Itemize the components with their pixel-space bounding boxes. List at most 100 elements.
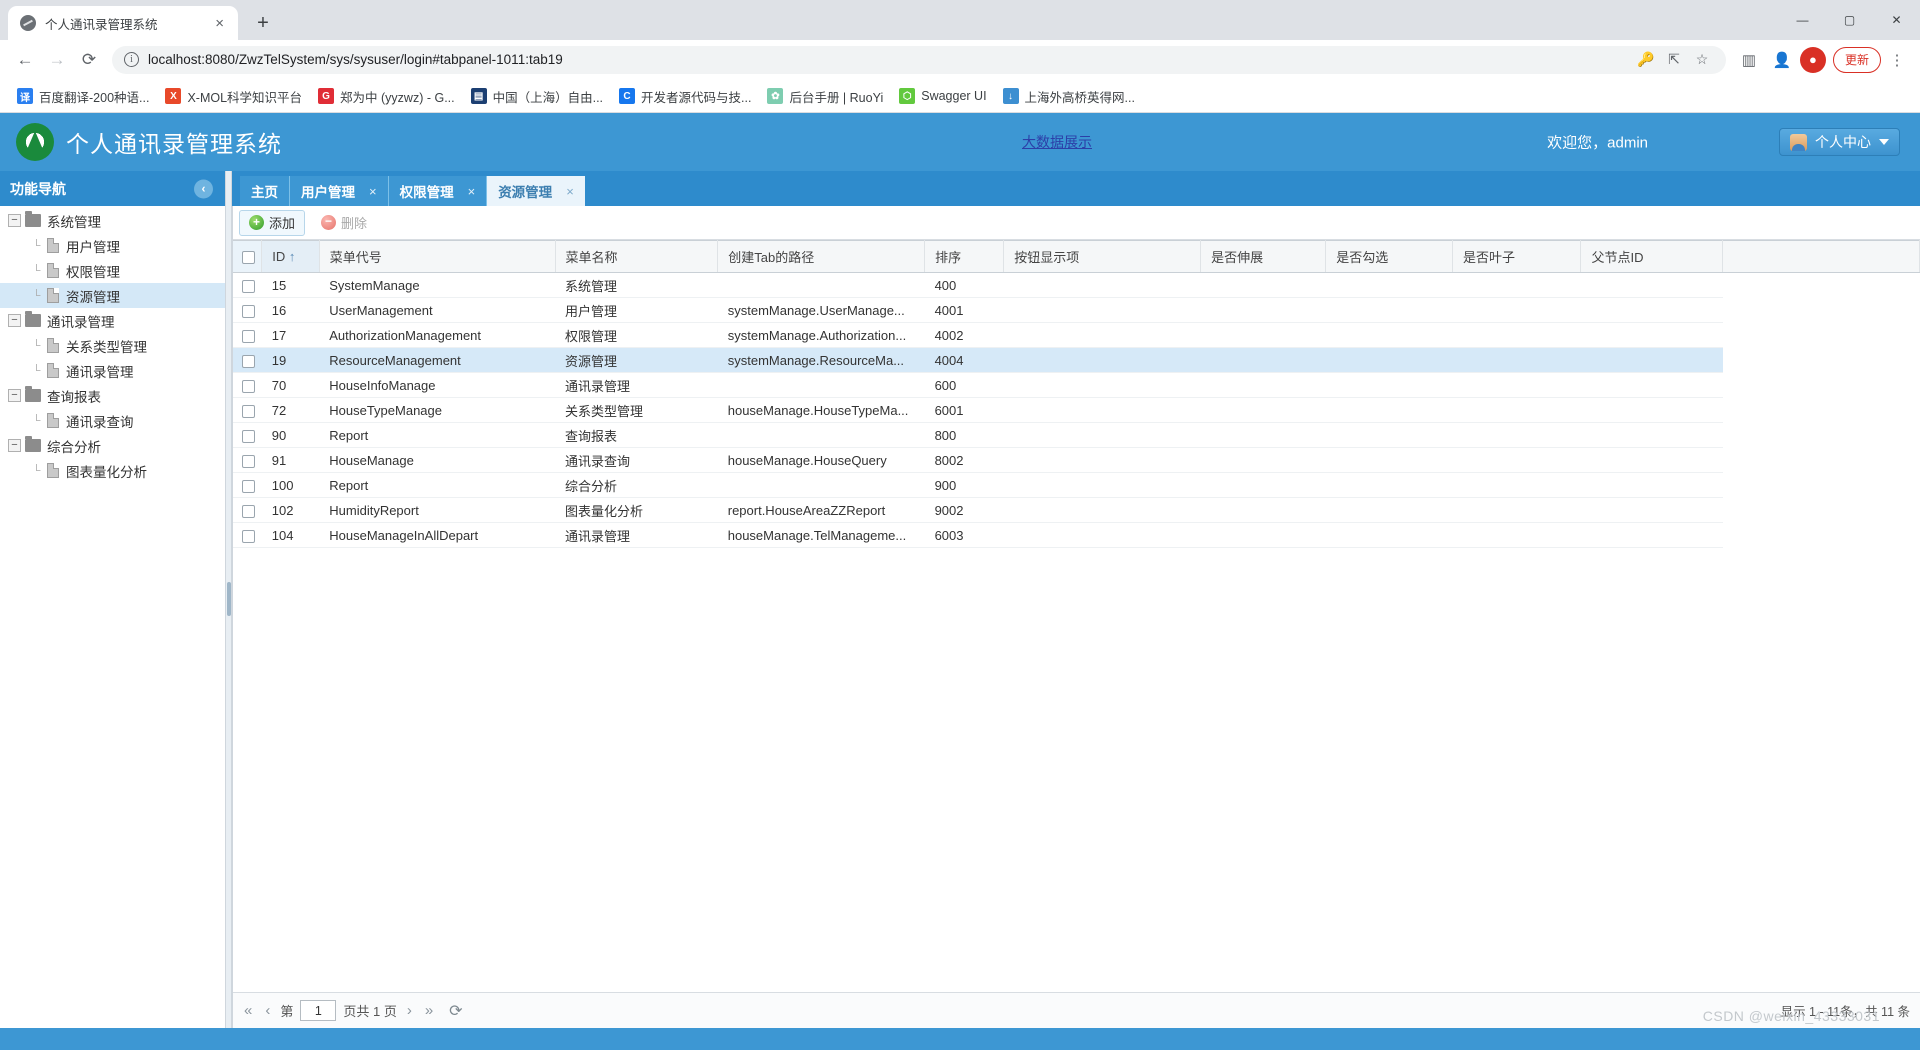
- table-row[interactable]: 17 AuthorizationManagement 权限管理 systemManag…: [233, 322, 1920, 348]
- row-select-cell[interactable]: [233, 447, 262, 473]
- row-select-cell[interactable]: [233, 522, 262, 548]
- row-select-cell[interactable]: [233, 322, 262, 348]
- table-row[interactable]: 19 ResourceManagement 资源管理 systemManage.Res…: [233, 347, 1920, 373]
- row-checkbox[interactable]: [242, 354, 255, 368]
- table-row[interactable]: 100 Report 综合分析 900: [233, 472, 1920, 498]
- bookmark-item[interactable]: X X-MOL科学知识平台: [158, 83, 309, 110]
- column-header-8[interactable]: 是否叶子: [1452, 240, 1582, 273]
- sidebar-item-10[interactable]: └ 图表量化分析: [0, 458, 225, 483]
- sidebar-item-2[interactable]: └ 权限管理: [0, 258, 225, 283]
- sidebar-item-3[interactable]: └ 资源管理: [0, 283, 225, 308]
- bookmark-item[interactable]: ↓ 上海外高桥英得网...: [996, 83, 1142, 110]
- browser-tab[interactable]: 个人通讯录管理系统 ×: [8, 6, 238, 40]
- close-icon[interactable]: ×: [211, 14, 228, 33]
- table-row[interactable]: 104 HouseManageInAllDepart 通讯录管理 houseManag…: [233, 522, 1920, 548]
- next-page-icon[interactable]: ›: [404, 1002, 415, 1019]
- sidebar-item-0[interactable]: − 系统管理: [0, 208, 225, 233]
- tab-close-icon[interactable]: ×: [369, 184, 377, 199]
- tree-expander-icon[interactable]: −: [8, 214, 21, 227]
- column-header-9[interactable]: 父节点ID: [1580, 240, 1724, 273]
- share-icon[interactable]: ⇱: [1662, 48, 1686, 72]
- column-header-2[interactable]: 菜单名称: [555, 240, 719, 273]
- sidebar-item-4[interactable]: − 通讯录管理: [0, 308, 225, 333]
- select-all-header[interactable]: [233, 240, 263, 273]
- row-checkbox[interactable]: [242, 529, 255, 543]
- minimize-icon[interactable]: —: [1779, 0, 1826, 40]
- prev-page-icon[interactable]: ‹: [262, 1002, 273, 1019]
- page-number-input[interactable]: [300, 1000, 337, 1021]
- profile-people-icon[interactable]: 👤: [1767, 45, 1797, 75]
- sidebar-item-1[interactable]: └ 用户管理: [0, 233, 225, 258]
- sidebar-item-7[interactable]: − 查询报表: [0, 383, 225, 408]
- row-select-cell[interactable]: [233, 422, 262, 448]
- bookmark-item[interactable]: 译百度翻译-200种语...: [10, 83, 156, 110]
- bookmark-item[interactable]: ▤ 中国（上海）自由...: [464, 83, 610, 110]
- tree-expander-icon[interactable]: −: [8, 314, 21, 327]
- column-header-0[interactable]: ID ↑: [261, 240, 320, 273]
- row-select-cell[interactable]: [233, 347, 262, 373]
- big-data-link[interactable]: 大数据展示: [1022, 132, 1092, 152]
- row-checkbox[interactable]: [242, 479, 255, 493]
- row-select-cell[interactable]: [233, 297, 262, 323]
- tree-expander-icon[interactable]: −: [8, 439, 21, 452]
- tab-3[interactable]: 资源管理 ×: [487, 176, 585, 206]
- collapse-sidebar-icon[interactable]: ‹: [194, 179, 213, 198]
- column-header-10[interactable]: [1722, 240, 1920, 273]
- bookmark-item[interactable]: ⬡ Swagger UI: [892, 84, 993, 108]
- row-select-cell[interactable]: [233, 472, 262, 498]
- row-checkbox[interactable]: [242, 504, 255, 518]
- tab-0[interactable]: 主页: [240, 176, 290, 206]
- sidebar-item-6[interactable]: └ 通讯录管理: [0, 358, 225, 383]
- table-row[interactable]: 72 HouseTypeManage 关系类型管理 houseManage.House…: [233, 397, 1920, 423]
- user-center-button[interactable]: 个人中心: [1779, 128, 1900, 156]
- bookmark-item[interactable]: C 开发者源代码与技...: [612, 83, 758, 110]
- first-page-icon[interactable]: «: [241, 1002, 255, 1019]
- delete-button[interactable]: − 删除: [311, 209, 378, 236]
- update-button[interactable]: 更新: [1832, 46, 1881, 73]
- window-close-icon[interactable]: ✕: [1873, 0, 1920, 40]
- side-panel-icon[interactable]: ▥: [1734, 45, 1764, 75]
- last-page-icon[interactable]: »: [422, 1002, 436, 1019]
- column-header-1[interactable]: 菜单代号: [319, 240, 556, 273]
- sidebar-item-5[interactable]: └ 关系类型管理: [0, 333, 225, 358]
- column-header-7[interactable]: 是否勾选: [1325, 240, 1454, 273]
- row-select-cell[interactable]: [233, 497, 262, 523]
- back-icon[interactable]: ←: [10, 45, 40, 75]
- grid-scroll[interactable]: ID ↑ 菜单代号 菜单名称 创建Tab的路径 排序 按钮显示项 是否伸展 是否勾选 是否叶子 父…: [233, 240, 1920, 992]
- tab-2[interactable]: 权限管理 ×: [388, 176, 488, 206]
- row-select-cell[interactable]: [233, 272, 262, 298]
- maximize-icon[interactable]: ▢: [1826, 0, 1873, 40]
- tab-close-icon[interactable]: ×: [468, 184, 476, 199]
- column-header-6[interactable]: 是否伸展: [1200, 240, 1327, 273]
- row-checkbox[interactable]: [242, 404, 255, 418]
- sidebar-item-8[interactable]: └ 通讯录查询: [0, 408, 225, 433]
- add-button[interactable]: + 添加: [239, 209, 306, 236]
- key-icon[interactable]: 🔑: [1634, 48, 1658, 72]
- column-header-5[interactable]: 按钮显示项: [1003, 240, 1202, 273]
- reload-icon[interactable]: ⟳: [74, 45, 104, 75]
- tree-expander-icon[interactable]: −: [8, 389, 21, 402]
- select-all-checkbox[interactable]: [242, 251, 255, 265]
- sidebar-splitter[interactable]: [226, 171, 232, 1028]
- browser-menu-icon[interactable]: ⋮: [1884, 45, 1910, 75]
- tab-1[interactable]: 用户管理 ×: [290, 176, 389, 206]
- table-row[interactable]: 102 HumidityReport 图表量化分析 report.HouseAreaZ…: [233, 497, 1920, 523]
- site-info-icon[interactable]: i: [124, 52, 139, 67]
- sidebar-item-9[interactable]: − 综合分析: [0, 433, 225, 458]
- bookmark-item[interactable]: ✿ 后台手册 | RuoYi: [760, 83, 890, 110]
- avatar[interactable]: ●: [1799, 46, 1826, 73]
- column-header-4[interactable]: 排序: [924, 240, 1005, 273]
- table-row[interactable]: 90 Report 查询报表 800: [233, 422, 1920, 448]
- column-header-3[interactable]: 创建Tab的路径: [717, 240, 926, 273]
- tab-close-icon[interactable]: ×: [566, 184, 574, 199]
- row-select-cell[interactable]: [233, 397, 262, 423]
- row-checkbox[interactable]: [242, 329, 255, 343]
- bookmark-item[interactable]: G 郑为中 (yyzwz) - G...: [311, 83, 462, 110]
- row-checkbox[interactable]: [242, 454, 255, 468]
- address-bar[interactable]: i localhost:8080/ZwzTelSystem/sys/sysuse…: [112, 45, 1726, 74]
- table-row[interactable]: 70 HouseInfoManage 通讯录管理 600: [233, 372, 1920, 398]
- forward-icon[interactable]: →: [42, 45, 72, 75]
- table-row[interactable]: 91 HouseManage 通讯录查询 houseManage.HouseQuery…: [233, 447, 1920, 473]
- row-checkbox[interactable]: [242, 379, 255, 393]
- table-row[interactable]: 15 SystemManage 系统管理 400: [233, 272, 1920, 298]
